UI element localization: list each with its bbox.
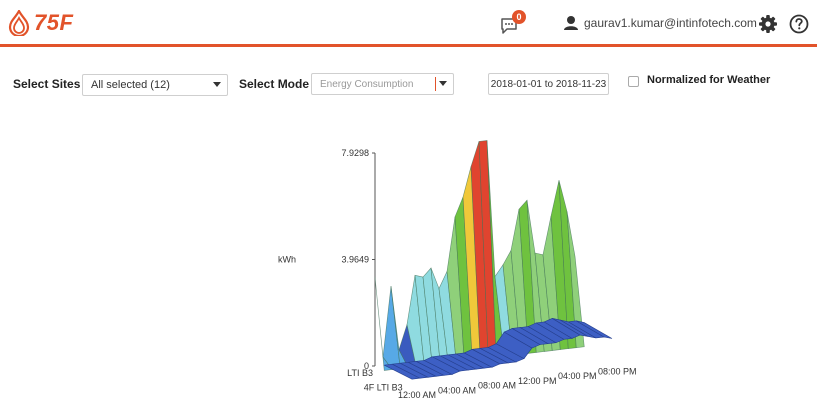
time-label: 12:00 AM	[398, 390, 436, 400]
time-label: 08:00 AM	[478, 381, 516, 391]
time-label: 04:00 AM	[438, 385, 476, 395]
depth-label: LTI B3	[347, 368, 373, 378]
energy-surface-chart: 7.92983.96490kWhLTI B34F LTI B312:00 AM 0…	[278, 140, 637, 400]
time-label: 12:00 PM	[518, 376, 557, 386]
z-axis-title: kWh	[278, 255, 296, 265]
time-label: 04:00 PM	[558, 371, 597, 381]
surface-facet-ltib3	[382, 286, 401, 370]
time-label: 08:00 PM	[598, 366, 637, 376]
depth-label: 4F LTI B3	[364, 382, 403, 392]
z-tick-label: 3.9649	[341, 255, 369, 265]
z-tick-label: 7.9298	[341, 148, 369, 158]
